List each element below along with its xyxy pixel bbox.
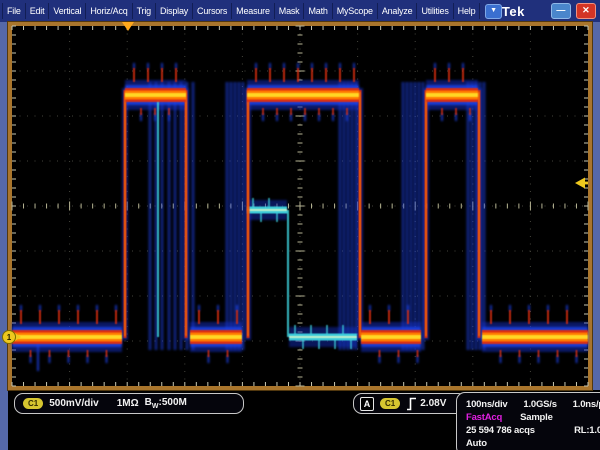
acquisition-readout[interactable]: 100ns/div 1.0GS/s 1.0ns/pt FastAcq Sampl… [456,392,600,450]
sample-mode: Sample [520,411,553,424]
minimize-button[interactable]: — [551,3,571,19]
channel-readout[interactable]: C1 500mV/div 1MΩ BW:500M [14,393,244,414]
bw-prefix: B [145,397,152,408]
menu-file[interactable]: File [2,3,26,19]
trigger-channel-badge: C1 [380,398,400,409]
menu-cursors[interactable]: Cursors [193,3,232,19]
record-length: RL:1.0k [574,424,600,437]
menu-math[interactable]: Math [304,3,332,19]
menu-mask[interactable]: Mask [275,3,305,19]
tek-logo: Tek [502,4,551,19]
trigger-mode: Auto [466,437,487,450]
menu-utilities[interactable]: Utilities [417,3,453,19]
menu-bar: File Edit Vertical Horiz/Acq Trig Displa… [0,0,600,22]
menu-horiz-acq[interactable]: Horiz/Acq [86,3,132,19]
waveform-display: 1 [12,26,588,386]
waveform-blue-layer [12,63,588,371]
acquisition-count: 25 594 786 acqs [466,424,535,437]
close-button[interactable]: ✕ [576,3,596,19]
sample-rate: 1.0GS/s [523,398,556,411]
graticule-markers: 1 [3,22,589,344]
channel-bandwidth: BW:500M [145,397,187,410]
trigger-source-badge: A [360,397,374,411]
timebase: 100ns/div [466,398,508,411]
menu-help[interactable]: Help [454,3,481,19]
trigger-readout[interactable]: A C1 2.08V [353,393,467,414]
menu-measure[interactable]: Measure [232,3,275,19]
channel1-marker-label: 1 [7,333,12,342]
trigger-level-marker[interactable] [575,178,585,189]
trigger-position-marker[interactable] [122,22,134,31]
rising-edge-icon [406,397,417,411]
menu-myscope[interactable]: MyScope [333,3,378,19]
resolution: 1.0ns/pt [573,398,600,411]
bw-value: :500M [158,397,186,408]
menu-dropdown-icon[interactable]: ▼ [485,4,501,19]
menu-display[interactable]: Display [156,3,193,19]
right-margin-strip [592,22,600,390]
menu-trig[interactable]: Trig [133,3,156,19]
menu-analyze[interactable]: Analyze [378,3,418,19]
channel-impedance: 1MΩ [117,398,139,409]
channel-badge: C1 [23,398,43,409]
oscilloscope-window: File Edit Vertical Horiz/Acq Trig Displa… [0,0,600,450]
menu-vertical[interactable]: Vertical [49,3,86,19]
menu-edit[interactable]: Edit [26,3,50,19]
trigger-level-value: 2.08V [420,398,446,409]
left-margin-strip [0,22,8,450]
fastacq-mode: FastAcq [466,411,502,424]
channel-scale: 500mV/div [49,398,98,409]
